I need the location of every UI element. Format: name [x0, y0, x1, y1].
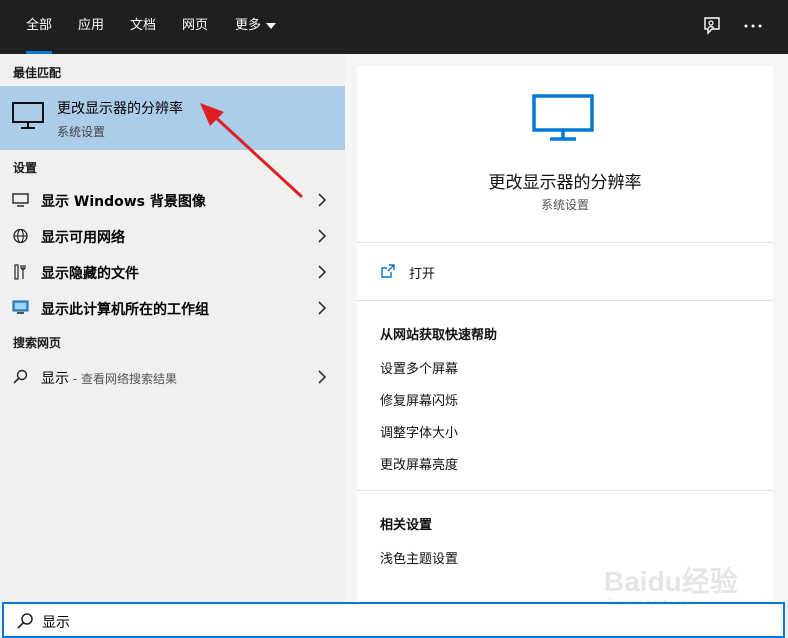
- watermark-main: Baidu经验: [604, 566, 738, 597]
- divider: [357, 300, 773, 301]
- help-link[interactable]: 调整字体大小: [380, 422, 458, 441]
- monitor-icon: [12, 102, 44, 129]
- search-icon: [13, 369, 28, 384]
- help-link[interactable]: 更改屏幕亮度: [380, 454, 458, 473]
- preview-title: 更改显示器的分辨率: [488, 173, 642, 193]
- web-search-keyword: 显示: [41, 371, 69, 387]
- web-search-item[interactable]: 显示 - 查看网络搜索结果: [0, 359, 345, 395]
- help-heading: 从网站获取快速帮助: [380, 328, 498, 343]
- settings-item[interactable]: 显示此计算机所在的工作组: [0, 290, 345, 326]
- chevron-right-icon[interactable]: [317, 193, 327, 207]
- tab-more[interactable]: 更多: [235, 0, 277, 54]
- tab-documents[interactable]: 文档: [130, 0, 156, 54]
- monitor-large-icon: [532, 94, 594, 141]
- settings-item-label: 显示可用网络: [41, 230, 125, 246]
- monitor-small-icon: [12, 193, 29, 207]
- help-link[interactable]: 设置多个屏幕: [380, 358, 458, 377]
- chevron-right-icon[interactable]: [317, 301, 327, 315]
- tab-label: 应用: [78, 18, 105, 33]
- chevron-right-icon[interactable]: [317, 370, 327, 384]
- tab-web[interactable]: 网页: [182, 0, 208, 54]
- settings-item-label: 显示隐藏的文件: [41, 266, 139, 282]
- preview-subtitle: 系统设置: [540, 198, 589, 212]
- tab-apps[interactable]: 应用: [78, 0, 104, 54]
- more-icon[interactable]: [741, 14, 765, 38]
- chevron-right-icon[interactable]: [317, 229, 327, 243]
- divider: [357, 242, 773, 243]
- tab-label: 全部: [26, 18, 53, 33]
- tab-all[interactable]: 全部: [26, 0, 53, 54]
- best-match-title: 更改显示器的分辨率: [57, 101, 183, 117]
- caret-down-icon: [266, 22, 277, 29]
- search-input[interactable]: 显示: [42, 612, 70, 632]
- settings-item[interactable]: 显示隐藏的文件: [0, 254, 345, 290]
- feedback-icon[interactable]: [700, 14, 724, 38]
- computer-icon: [12, 300, 29, 314]
- web-search-suffix: - 查看网络搜索结果: [69, 372, 177, 386]
- open-label: 打开: [409, 267, 436, 282]
- top-bar: 全部 应用 文档 网页 更多: [0, 0, 788, 54]
- globe-icon: [13, 228, 28, 244]
- search-icon: [17, 613, 33, 629]
- related-heading: 相关设置: [380, 518, 433, 533]
- best-match-subtitle: 系统设置: [57, 125, 106, 139]
- annotation-arrow-icon: [200, 103, 304, 199]
- settings-heading: 设置: [13, 161, 38, 175]
- tab-label: 网页: [182, 18, 209, 33]
- open-icon: [381, 264, 395, 278]
- settings-item-label: 显示 Windows 背景图像: [41, 194, 206, 210]
- related-link[interactable]: 浅色主题设置: [380, 548, 458, 567]
- web-heading: 搜索网页: [13, 336, 62, 350]
- help-link[interactable]: 修复屏幕闪烁: [380, 390, 458, 409]
- tab-label: 文档: [130, 18, 157, 33]
- tab-label: 更多: [235, 18, 262, 33]
- chevron-right-icon[interactable]: [317, 265, 327, 279]
- search-box[interactable]: 显示: [2, 602, 785, 638]
- best-match-heading: 最佳匹配: [13, 66, 62, 80]
- preview-pane: 更改显示器的分辨率 系统设置 打开 从网站获取快速帮助 设置多个屏幕 修复屏幕闪…: [357, 66, 773, 602]
- settings-item-label: 显示此计算机所在的工作组: [41, 302, 209, 318]
- divider: [357, 490, 773, 491]
- tools-icon: [14, 264, 26, 280]
- settings-item[interactable]: 显示可用网络: [0, 218, 345, 254]
